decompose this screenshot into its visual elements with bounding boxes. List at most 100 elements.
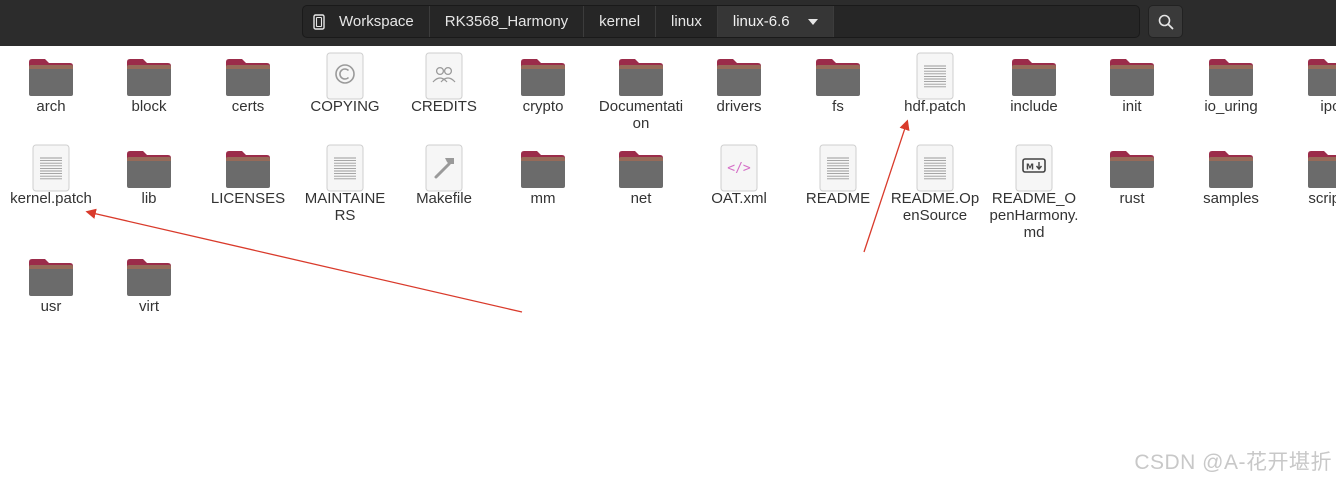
folder-icon <box>617 144 665 192</box>
file-item-mm[interactable]: mm <box>494 144 592 207</box>
file-item-fs[interactable]: fs <box>789 52 887 115</box>
file-name: drivers <box>716 98 762 115</box>
file-name: README <box>805 190 871 207</box>
search-icon <box>1158 14 1173 29</box>
file-name: Makefile <box>416 190 472 207</box>
folder-icon <box>1207 144 1255 192</box>
file-name: certs <box>231 98 265 115</box>
breadcrumb-label: Workspace <box>339 13 414 30</box>
folder-icon <box>519 52 567 100</box>
folder-icon <box>125 144 173 192</box>
file-item-usr[interactable]: usr <box>2 252 100 315</box>
breadcrumb-linux[interactable]: linux <box>656 6 718 37</box>
file-item-oat-xml[interactable]: </> OAT.xml <box>690 144 788 207</box>
file-name: net <box>630 190 652 207</box>
file-item-include[interactable]: include <box>985 52 1083 115</box>
file-item-drivers[interactable]: drivers <box>690 52 788 115</box>
drive-icon <box>313 13 325 30</box>
breadcrumb-label: linux <box>671 13 702 30</box>
text-file-icon <box>321 144 369 192</box>
svg-text:M: M <box>1026 163 1034 172</box>
file-name: LICENSES <box>210 190 286 207</box>
file-item-io-uring[interactable]: io_uring <box>1182 52 1280 115</box>
folder-icon <box>814 52 862 100</box>
text-file-icon <box>27 144 75 192</box>
file-name: samples <box>1203 190 1259 207</box>
file-name: README_OpenHarmony.md <box>989 190 1079 241</box>
file-item-lib[interactable]: lib <box>100 144 198 207</box>
file-name: arch <box>36 98 66 115</box>
breadcrumb-label: linux-6.6 <box>732 13 790 30</box>
folder-icon <box>1108 52 1156 100</box>
file-name: hdf.patch <box>904 98 966 115</box>
file-item-readme-openharmony-md[interactable]: M README_OpenHarmony.md <box>985 144 1083 241</box>
folder-icon <box>224 144 272 192</box>
file-item-certs[interactable]: certs <box>199 52 297 115</box>
folder-icon <box>125 52 173 100</box>
search-button[interactable] <box>1148 5 1183 38</box>
file-item-documentation[interactable]: Documentation <box>592 52 690 132</box>
file-name: io_uring <box>1204 98 1258 115</box>
file-name: block <box>131 98 167 115</box>
text-file-icon <box>911 52 959 100</box>
file-item-makefile[interactable]: Makefile <box>395 144 493 207</box>
file-name: crypto <box>522 98 564 115</box>
file-name: rust <box>1119 190 1145 207</box>
file-item-block[interactable]: block <box>100 52 198 115</box>
folder-icon <box>224 52 272 100</box>
text-file-icon <box>814 144 862 192</box>
file-item-arch[interactable]: arch <box>2 52 100 115</box>
file-item-credits[interactable]: CREDITS <box>395 52 493 115</box>
folder-icon <box>125 252 173 300</box>
file-name: fs <box>832 98 844 115</box>
file-name: init <box>1122 98 1142 115</box>
breadcrumb-workspace[interactable]: Workspace <box>303 6 430 37</box>
file-item-readme[interactable]: README <box>789 144 887 207</box>
file-name: virt <box>139 298 159 315</box>
folder-icon <box>519 144 567 192</box>
file-item-readme-opensource[interactable]: README.OpenSource <box>886 144 984 224</box>
svg-text:</>: </> <box>727 161 751 176</box>
folder-icon <box>1306 52 1336 100</box>
folder-icon <box>617 52 665 100</box>
breadcrumb-label: RK3568_Harmony <box>444 13 569 30</box>
file-item-copying[interactable]: COPYING <box>296 52 394 115</box>
chevron-down-icon[interactable] <box>807 18 818 25</box>
file-item-scripts[interactable]: scripts <box>1281 144 1336 207</box>
file-item-rust[interactable]: rust <box>1083 144 1181 207</box>
folder-icon <box>1108 144 1156 192</box>
folder-icon <box>1207 52 1255 100</box>
folder-icon <box>1010 52 1058 100</box>
file-item-samples[interactable]: samples <box>1182 144 1280 207</box>
file-name: Documentation <box>598 98 684 132</box>
people-file-icon <box>420 52 468 100</box>
make-file-icon <box>420 144 468 192</box>
file-item-net[interactable]: net <box>592 144 690 207</box>
folder-icon <box>27 52 75 100</box>
breadcrumb-rk3568-harmony[interactable]: RK3568_Harmony <box>430 6 585 37</box>
file-name: include <box>1010 98 1058 115</box>
breadcrumb-linux-6-6[interactable]: linux-6.6 <box>717 6 834 37</box>
folder-icon <box>715 52 763 100</box>
breadcrumb-label: kernel <box>599 13 641 30</box>
text-file-icon <box>911 144 959 192</box>
markdown-file-icon: M <box>1010 144 1058 192</box>
file-item-ipc[interactable]: ipc <box>1281 52 1336 115</box>
file-name: scripts <box>1308 190 1336 207</box>
file-item-crypto[interactable]: crypto <box>494 52 592 115</box>
file-item-hdf-patch[interactable]: hdf.patch <box>886 52 984 115</box>
file-name: COPYING <box>310 98 380 115</box>
file-item-maintainers[interactable]: MAINTAINERS <box>296 144 394 224</box>
file-name: OAT.xml <box>711 190 767 207</box>
file-item-init[interactable]: init <box>1083 52 1181 115</box>
folder-icon <box>27 252 75 300</box>
file-name: CREDITS <box>411 98 477 115</box>
file-item-kernel-patch[interactable]: kernel.patch <box>2 144 100 207</box>
xml-file-icon: </> <box>715 144 763 192</box>
file-name: MAINTAINERS <box>304 190 386 224</box>
watermark: CSDN @A-花开堪折 <box>1134 451 1332 474</box>
breadcrumb-kernel[interactable]: kernel <box>584 6 657 37</box>
file-item-licenses[interactable]: LICENSES <box>199 144 297 207</box>
header-bar: Workspace RK3568_Harmony kernel linux li… <box>0 0 1336 46</box>
file-item-virt[interactable]: virt <box>100 252 198 315</box>
